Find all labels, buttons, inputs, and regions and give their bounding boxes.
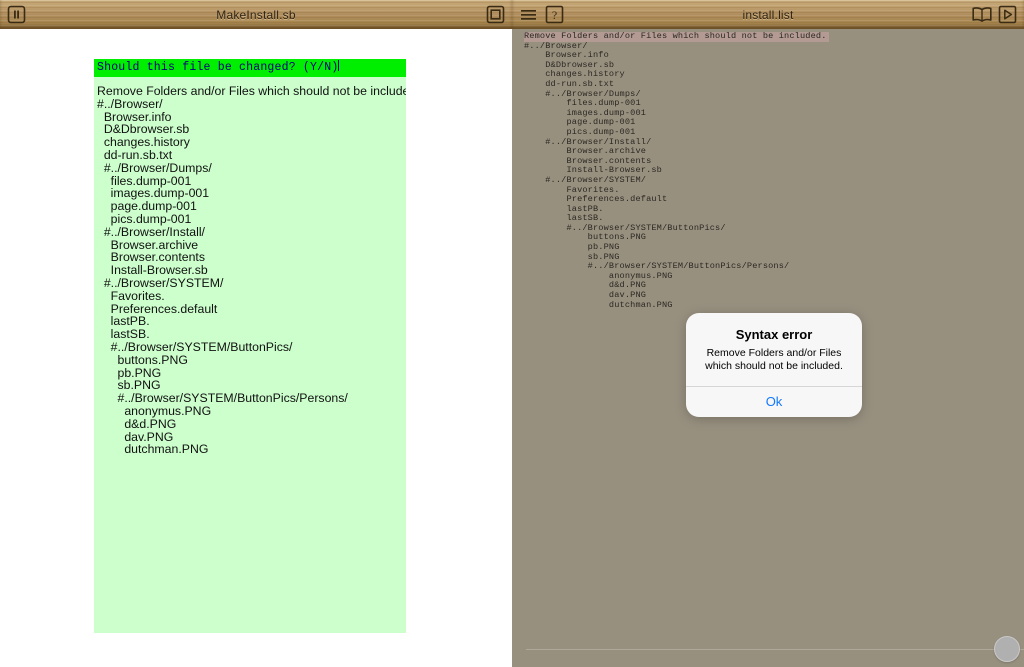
list-item[interactable]: #../Browser/Dumps/ [97, 161, 406, 175]
alert-ok-button[interactable]: Ok [686, 387, 862, 417]
left-titlebar-left-icons [0, 5, 26, 24]
right-window: ? install.list Remove Folders and/or Fil… [512, 0, 1024, 667]
list-item[interactable]: d&d.PNG [97, 417, 406, 431]
syntax-error-alert: Syntax error Remove Folders and/or Files… [686, 313, 862, 417]
floating-handle-button[interactable] [994, 636, 1020, 662]
left-file-list: Remove Folders and/or Files which should… [94, 77, 406, 456]
list-item[interactable]: dd-run.sb.txt [97, 149, 406, 162]
right-file-list: Remove Folders and/or Files which should… [524, 31, 1024, 311]
right-titlebar: ? install.list [512, 0, 1024, 29]
left-titlebar-right-icons [486, 5, 512, 24]
hamburger-menu-icon[interactable] [519, 5, 539, 24]
list-item[interactable]: #../Browser/Install/ [97, 225, 406, 239]
prompt-bar[interactable]: Should this file be changed? (Y/N) [94, 59, 406, 77]
book-icon[interactable] [971, 5, 993, 24]
list-item[interactable]: #../Browser/ [97, 97, 406, 111]
alert-message: Remove Folders and/or Files which should… [705, 347, 843, 372]
app-screen: MakeInstall.sb Should this file be chang… [0, 0, 1024, 667]
window-icon[interactable] [486, 5, 505, 24]
svg-text:?: ? [552, 8, 557, 22]
list-item[interactable]: pics.dump-001 [97, 213, 406, 226]
list-item[interactable]: anonymus.PNG [97, 405, 406, 418]
list-item[interactable]: dutchman.PNG [97, 443, 406, 456]
left-window-title: MakeInstall.sb [216, 7, 296, 22]
left-content-area: Should this file be changed? (Y/N) Remov… [0, 29, 512, 667]
list-item[interactable]: #../Browser/SYSTEM/ [97, 277, 406, 290]
play-run-icon[interactable] [998, 5, 1017, 24]
text-caret [338, 60, 340, 71]
bottom-divider [526, 649, 1024, 650]
right-titlebar-left-icons: ? [512, 5, 564, 24]
right-window-title: install.list [742, 7, 794, 22]
list-item[interactable]: #../Browser/SYSTEM/ButtonPics/Persons/ [97, 392, 406, 405]
left-titlebar: MakeInstall.sb [0, 0, 512, 29]
list-item[interactable]: Favorites. [97, 289, 406, 303]
list-item[interactable]: buttons.PNG [97, 353, 406, 367]
list-item[interactable]: #../Browser/SYSTEM/ButtonPics/ [97, 341, 406, 354]
left-window: MakeInstall.sb Should this file be chang… [0, 0, 512, 667]
prompt-text: Should this file be changed? (Y/N) [97, 61, 339, 74]
alert-content: Syntax error Remove Folders and/or Files… [686, 313, 862, 386]
alert-title: Syntax error [735, 327, 813, 342]
right-titlebar-right-icons [971, 5, 1024, 24]
left-document: Should this file be changed? (Y/N) Remov… [94, 59, 406, 633]
list-item[interactable]: dutchman.PNG [524, 300, 1024, 311]
pause-icon[interactable] [7, 5, 26, 24]
help-question-icon[interactable]: ? [545, 5, 564, 24]
right-content-area: Remove Folders and/or Files which should… [512, 29, 1024, 667]
list-item[interactable]: Remove Folders and/or Files which should… [97, 85, 406, 98]
